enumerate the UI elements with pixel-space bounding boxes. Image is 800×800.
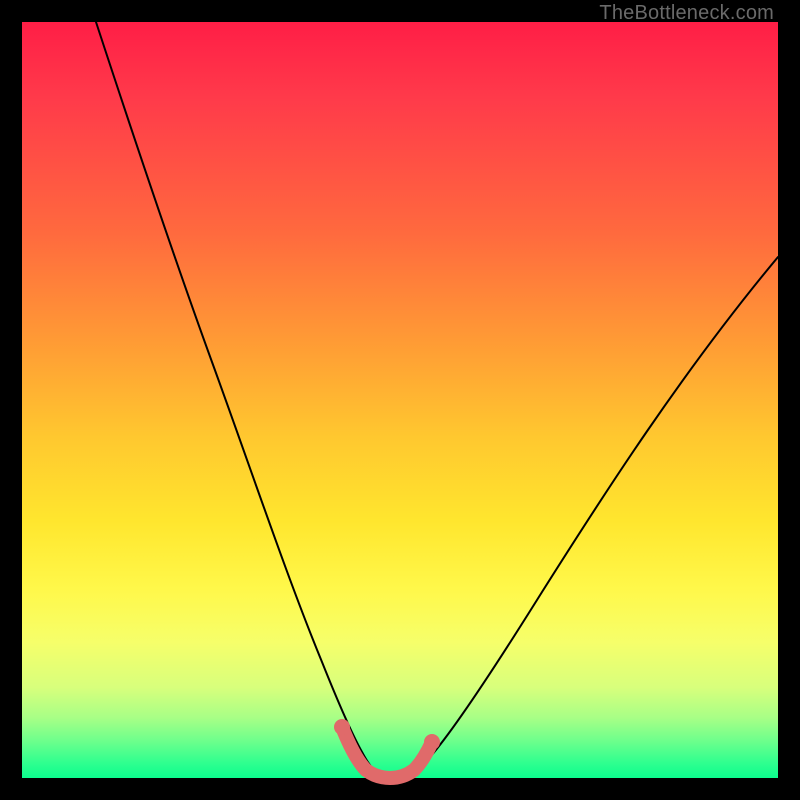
- optimal-range-highlight: [342, 727, 432, 778]
- bottleneck-curve: [96, 22, 778, 778]
- highlight-end-dot: [424, 734, 440, 750]
- curve-svg: [22, 22, 778, 778]
- chart-frame: TheBottleneck.com: [0, 0, 800, 800]
- plot-area: [22, 22, 778, 778]
- highlight-start-dot: [334, 719, 350, 735]
